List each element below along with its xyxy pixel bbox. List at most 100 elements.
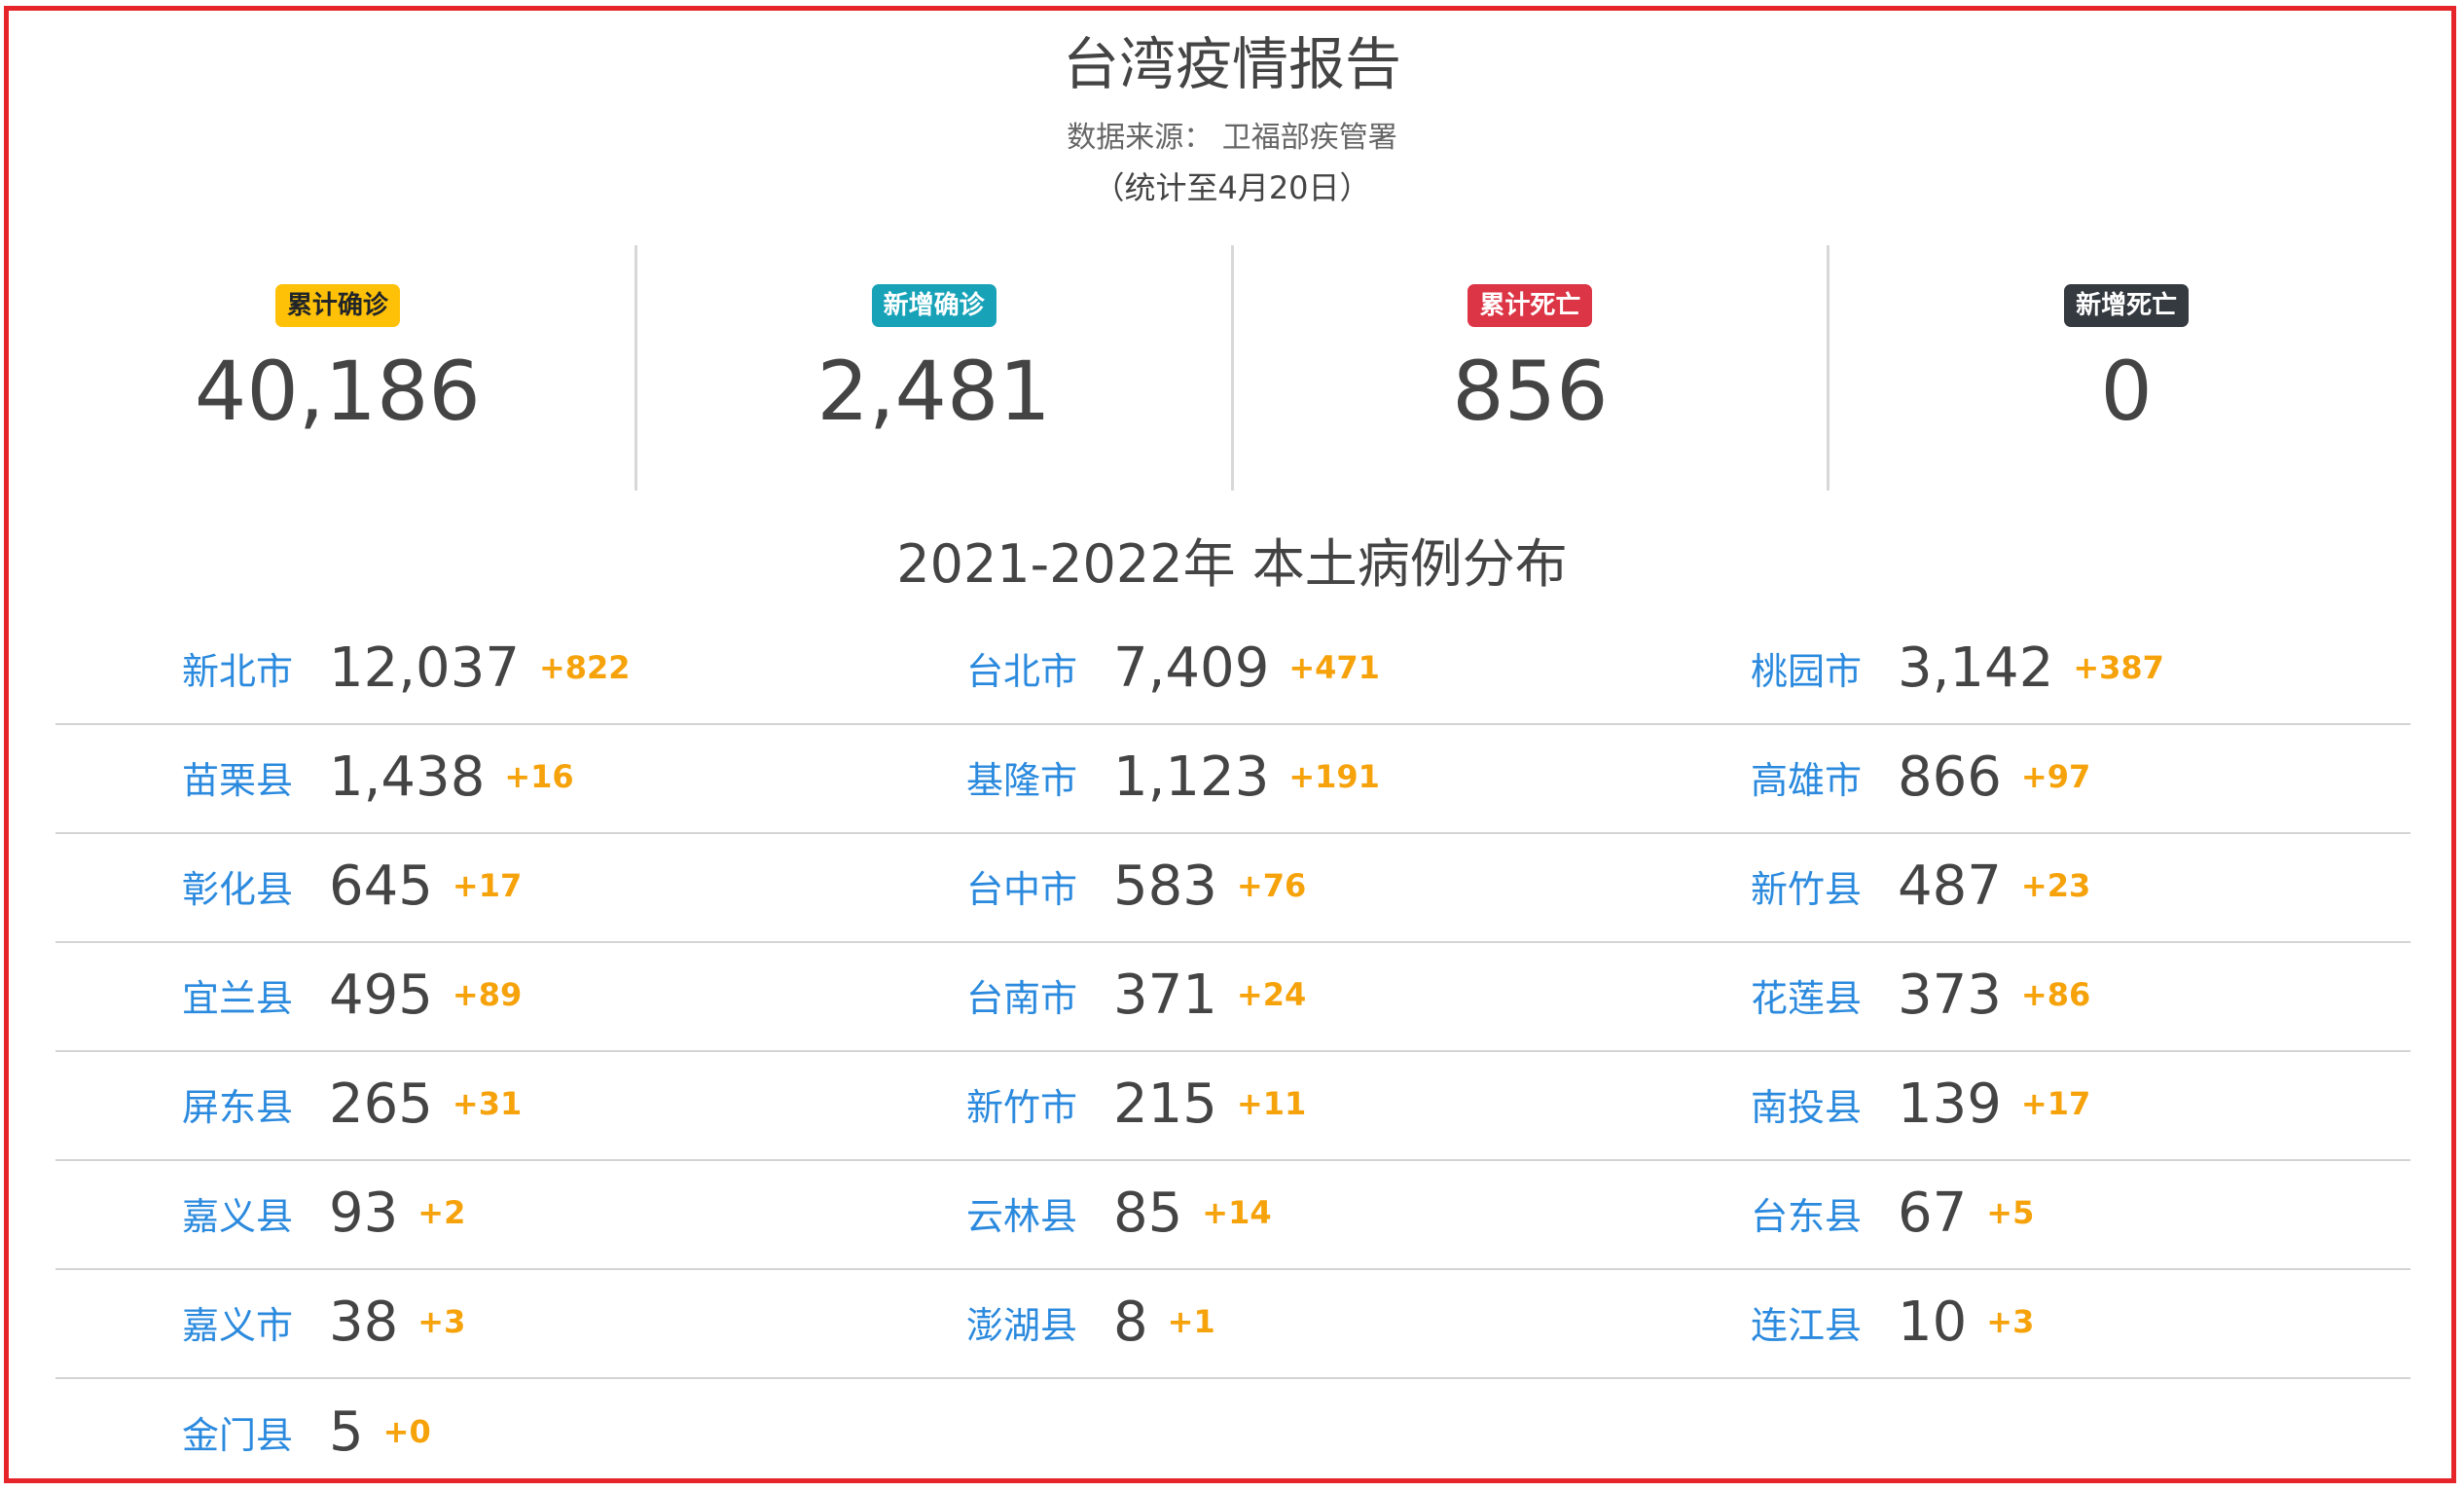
region-row: 嘉义市 38 +3 澎湖县 8 +1 连江县 10 +3 bbox=[55, 1270, 2410, 1379]
region-count: 93 bbox=[329, 1181, 399, 1245]
stat-total-deaths: 累计死亡 856 bbox=[1230, 245, 1828, 491]
region-count: 5 bbox=[329, 1400, 364, 1464]
region-count: 583 bbox=[1113, 854, 1217, 918]
region-delta: +97 bbox=[2020, 758, 2091, 795]
region-delta: +17 bbox=[452, 867, 523, 904]
page-title: 台湾疫情报告 bbox=[1062, 31, 1401, 97]
region-name-link[interactable]: 嘉义市 bbox=[182, 1295, 329, 1349]
region-name-link[interactable]: 南投县 bbox=[1751, 1077, 1898, 1131]
region-cell: 屏东县 265 +31 bbox=[55, 1052, 840, 1159]
region-name-link[interactable]: 台中市 bbox=[966, 859, 1113, 913]
region-delta: +0 bbox=[382, 1413, 431, 1450]
region-cell: 桃园市 3,142 +387 bbox=[1624, 616, 2409, 723]
region-delta: +1 bbox=[1167, 1303, 1215, 1340]
region-count: 1,438 bbox=[329, 745, 486, 809]
stat-new-confirmed: 新增确诊 2,481 bbox=[634, 245, 1231, 491]
region-name-link[interactable]: 台东县 bbox=[1751, 1186, 1898, 1240]
region-count: 371 bbox=[1113, 963, 1217, 1027]
region-row: 屏东县 265 +31 新竹市 215 +11 南投县 139 +17 bbox=[55, 1052, 2410, 1161]
region-delta: +17 bbox=[2020, 1085, 2091, 1122]
region-count: 3,142 bbox=[1898, 636, 2054, 700]
summary-stats: 累计确诊 40,186 新增确诊 2,481 累计死亡 856 新增死亡 0 bbox=[41, 245, 2423, 491]
region-count: 38 bbox=[329, 1290, 399, 1354]
region-count: 7,409 bbox=[1113, 636, 1270, 700]
region-count: 373 bbox=[1898, 963, 2002, 1027]
region-name-link[interactable]: 桃园市 bbox=[1751, 641, 1898, 695]
empty-cell bbox=[1624, 1379, 2409, 1488]
region-delta: +2 bbox=[417, 1194, 466, 1231]
region-name-link[interactable]: 云林县 bbox=[966, 1186, 1113, 1240]
region-delta: +3 bbox=[417, 1303, 466, 1340]
region-name-link[interactable]: 嘉义县 bbox=[182, 1186, 329, 1240]
region-cell: 南投县 139 +17 bbox=[1624, 1052, 2409, 1159]
region-name-link[interactable]: 台南市 bbox=[966, 968, 1113, 1022]
region-delta: +11 bbox=[1236, 1085, 1307, 1122]
stat-value: 0 bbox=[2100, 344, 2153, 439]
stat-badge: 新增死亡 bbox=[2064, 284, 2190, 327]
region-cell: 新北市 12,037 +822 bbox=[55, 616, 840, 723]
region-count: 495 bbox=[329, 963, 433, 1027]
stat-badge: 累计死亡 bbox=[1468, 284, 1593, 327]
region-delta: +14 bbox=[1202, 1194, 1272, 1231]
region-cell: 高雄市 866 +97 bbox=[1624, 725, 2409, 832]
region-delta: +23 bbox=[2020, 867, 2091, 904]
region-delta: +76 bbox=[1236, 867, 1307, 904]
region-delta: +24 bbox=[1236, 976, 1307, 1013]
region-delta: +16 bbox=[504, 758, 574, 795]
region-name-link[interactable]: 苗栗县 bbox=[182, 750, 329, 804]
region-count: 487 bbox=[1898, 854, 2002, 918]
section-title: 2021-2022年 本土病例分布 bbox=[896, 533, 1568, 595]
stat-value: 856 bbox=[1452, 344, 1609, 439]
region-name-link[interactable]: 高雄市 bbox=[1751, 750, 1898, 804]
region-row: 嘉义县 93 +2 云林县 85 +14 台东县 67 +5 bbox=[55, 1161, 2410, 1270]
region-cell: 云林县 85 +14 bbox=[840, 1161, 1624, 1268]
region-delta: +31 bbox=[452, 1085, 523, 1122]
region-row: 宜兰县 495 +89 台南市 371 +24 花莲县 373 +86 bbox=[55, 943, 2410, 1052]
region-name-link[interactable]: 连江县 bbox=[1751, 1295, 1898, 1349]
region-name-link[interactable]: 花莲县 bbox=[1751, 968, 1898, 1022]
region-name-link[interactable]: 屏东县 bbox=[182, 1077, 329, 1131]
region-cell: 宜兰县 495 +89 bbox=[55, 943, 840, 1050]
region-name-link[interactable]: 新北市 bbox=[182, 641, 329, 695]
region-table: 新北市 12,037 +822 台北市 7,409 +471 桃园市 3,142 +387 苗栗县… bbox=[55, 616, 2410, 1488]
region-row: 彰化县 645 +17 台中市 583 +76 新竹县 487 +23 bbox=[55, 834, 2410, 943]
region-name-link[interactable]: 新竹市 bbox=[966, 1077, 1113, 1131]
empty-cell bbox=[840, 1379, 1624, 1488]
region-name-link[interactable]: 澎湖县 bbox=[966, 1295, 1113, 1349]
region-cell: 新竹县 487 +23 bbox=[1624, 834, 2409, 941]
region-name-link[interactable]: 台北市 bbox=[966, 641, 1113, 695]
region-count: 85 bbox=[1113, 1181, 1183, 1245]
region-delta: +191 bbox=[1288, 758, 1380, 795]
region-row: 金门县 5 +0 bbox=[55, 1379, 2410, 1488]
stat-badge: 累计确诊 bbox=[274, 284, 400, 327]
region-delta: +5 bbox=[1986, 1194, 2035, 1231]
region-name-link[interactable]: 彰化县 bbox=[182, 859, 329, 913]
region-cell: 嘉义县 93 +2 bbox=[55, 1161, 840, 1268]
region-cell: 嘉义市 38 +3 bbox=[55, 1270, 840, 1377]
region-cell: 金门县 5 +0 bbox=[55, 1379, 840, 1488]
region-name-link[interactable]: 新竹县 bbox=[1751, 859, 1898, 913]
region-count: 1,123 bbox=[1113, 745, 1270, 809]
region-count: 645 bbox=[329, 854, 433, 918]
region-cell: 台东县 67 +5 bbox=[1624, 1161, 2409, 1268]
region-name-link[interactable]: 宜兰县 bbox=[182, 968, 329, 1022]
data-source: 数据来源： 卫福部疾管署 bbox=[1067, 121, 1397, 155]
region-delta: +387 bbox=[2073, 649, 2164, 686]
region-delta: +822 bbox=[538, 649, 631, 686]
region-cell: 台北市 7,409 +471 bbox=[840, 616, 1624, 723]
stat-new-deaths: 新增死亡 0 bbox=[1827, 245, 2423, 491]
region-cell: 新竹市 215 +11 bbox=[840, 1052, 1624, 1159]
region-count: 8 bbox=[1113, 1290, 1148, 1354]
region-delta: +86 bbox=[2020, 976, 2091, 1013]
region-name-link[interactable]: 基隆市 bbox=[966, 750, 1113, 804]
stat-value: 40,186 bbox=[194, 344, 481, 439]
as-of-date: （统计至4月20日） bbox=[1093, 169, 1371, 206]
stat-badge: 新增确诊 bbox=[871, 284, 996, 327]
region-count: 10 bbox=[1898, 1290, 1968, 1354]
region-count: 67 bbox=[1898, 1181, 1968, 1245]
region-delta: +89 bbox=[452, 976, 523, 1013]
region-delta: +471 bbox=[1288, 649, 1380, 686]
region-name-link[interactable]: 金门县 bbox=[182, 1405, 329, 1459]
stat-total-confirmed: 累计确诊 40,186 bbox=[41, 245, 634, 491]
region-row: 新北市 12,037 +822 台北市 7,409 +471 桃园市 3,142 +387 bbox=[55, 616, 2410, 725]
